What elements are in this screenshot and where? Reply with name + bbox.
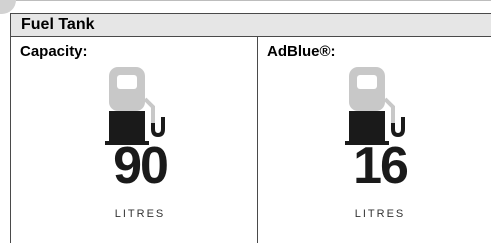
fuel-tank-panel: Fuel Tank Capacity: 90 LITRES AdBlue®: 1… bbox=[0, 0, 491, 243]
adblue-unit: LITRES bbox=[354, 208, 406, 220]
fuel-pump-icon bbox=[345, 67, 405, 145]
fuel-pump-icon bbox=[105, 67, 165, 145]
adblue-cell: AdBlue®: 16 LITRES bbox=[258, 37, 491, 243]
capacity-label: Capacity: bbox=[20, 43, 88, 60]
table-header: Fuel Tank bbox=[10, 13, 491, 37]
section-title: Fuel Tank bbox=[21, 16, 95, 33]
top-divider bbox=[16, 0, 491, 1]
capacity-value: 90 bbox=[113, 137, 169, 195]
adblue-value: 16 bbox=[353, 137, 409, 195]
capacity-unit: LITRES bbox=[114, 208, 166, 220]
capacity-cell: Capacity: 90 LITRES bbox=[10, 37, 258, 243]
corner-decoration bbox=[0, 0, 16, 14]
adblue-label: AdBlue®: bbox=[267, 43, 336, 60]
spec-row: Capacity: 90 LITRES AdBlue®: 16 LITRES bbox=[10, 37, 491, 243]
